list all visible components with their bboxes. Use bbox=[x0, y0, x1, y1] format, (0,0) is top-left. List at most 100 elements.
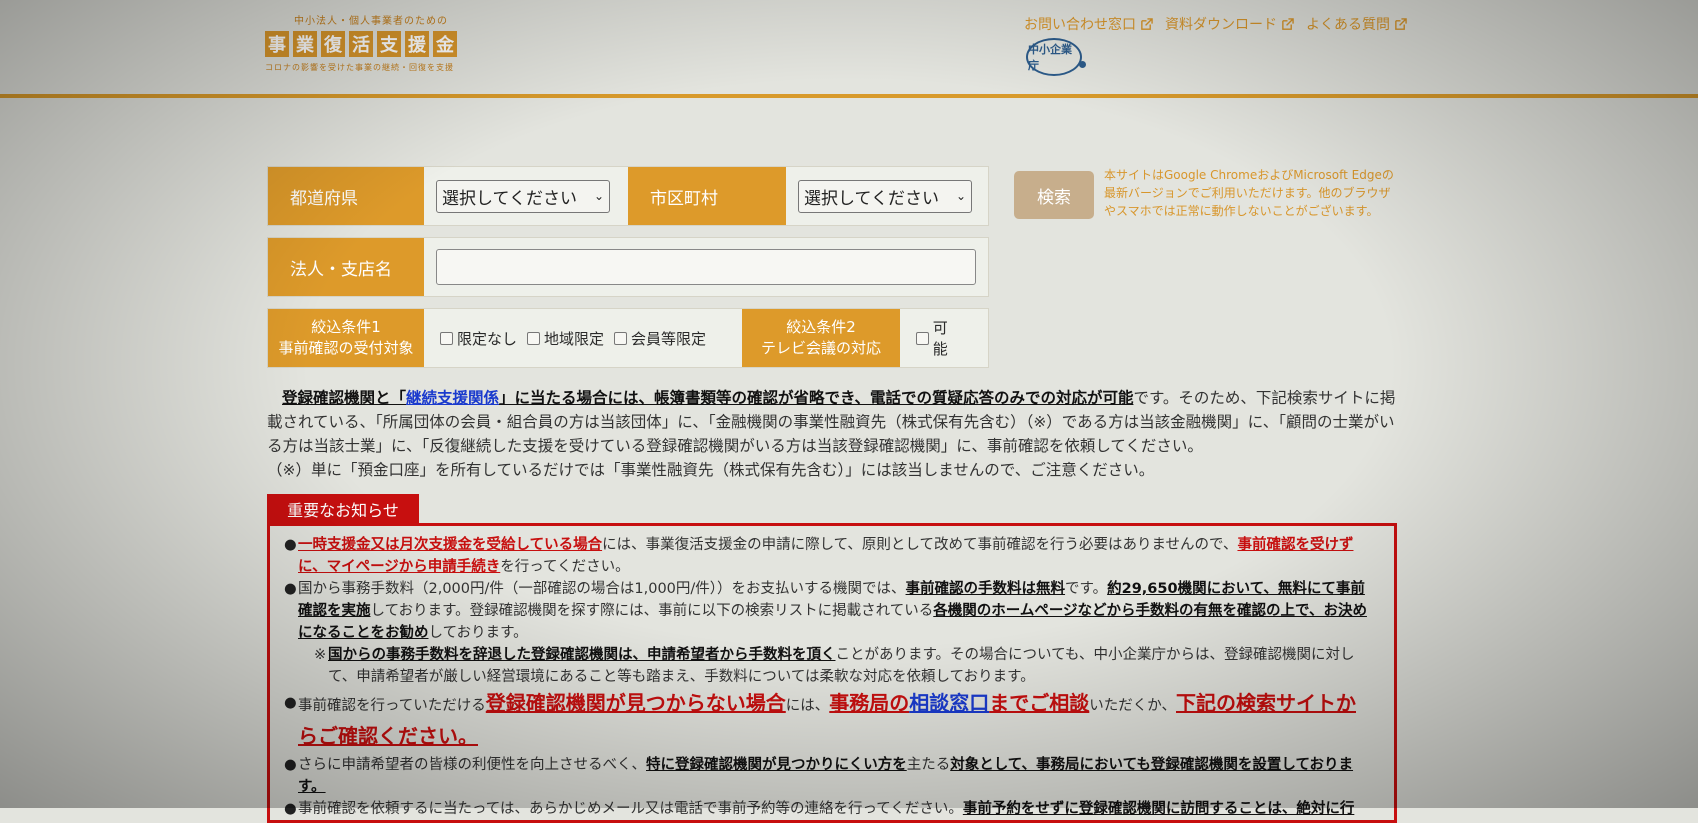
notice-text: 事前確認を依頼するに当たっては、あらかじめメール又は電話で事前予約等の連絡を行っ… bbox=[298, 801, 963, 817]
notice-emphasis: 事前予約をせずに登録確認機関に訪問することは、絶対に行 bbox=[962, 801, 1355, 817]
notice-text: さらに申請希望者の皆様の利便性を向上させるべく、 bbox=[298, 757, 646, 773]
bullet-icon: ● bbox=[284, 537, 297, 553]
name-row: 法人・支店名 bbox=[267, 237, 989, 297]
search-form: 都道府県 選択してください ⌄ 市区町村 選択してください ⌄ 法人・支店名 絞… bbox=[267, 166, 989, 379]
bullet-icon: ● bbox=[284, 757, 297, 773]
notice-item-text: 一時支援金又は月次支援金を受給している場合には、事業復活支援金の申請に際して、原… bbox=[298, 534, 1374, 578]
filter-region-label: 地域限定 bbox=[544, 329, 605, 348]
filter-video-label: 可能 bbox=[932, 319, 948, 358]
notice-item: ● 国から事務手数料（2,000円/件（一部確認の場合は1,000円/件））をお… bbox=[284, 578, 1374, 644]
consultation-desk-link[interactable]: 相談窓口 bbox=[909, 691, 989, 715]
notice-big-emphasis: までご相談 bbox=[989, 691, 1090, 715]
intro-text: 登録確認機関と「継続支援関係」に当たる場合には、帳簿書類等の確認が省略でき、電話… bbox=[267, 386, 1397, 482]
notice-text: には、事業復活支援金の申請に際して、原則として改めて事前確認を行う必要はありませ… bbox=[602, 537, 1238, 553]
company-name-cell bbox=[424, 238, 988, 296]
logo-tagline: 中小法人・個人事業者のための bbox=[294, 16, 448, 27]
agency-logo[interactable]: 中小企業庁 bbox=[1026, 38, 1090, 76]
notice-text: いただくか、 bbox=[1089, 698, 1176, 714]
logo-char: 業 bbox=[293, 31, 317, 57]
intro-note: （※）単に「預金口座」を所有しているだけでは「事業性融資先（株式保有先含む）」に… bbox=[267, 461, 1155, 479]
filter-row: 絞込条件1 事前確認の受付対象 限定なし 地域限定 会員等限定 絞込条件2 テレ… bbox=[267, 308, 989, 368]
checkbox-icon bbox=[916, 331, 929, 345]
nav-contact-label: お問い合わせ窓口 bbox=[1024, 17, 1136, 33]
external-link-icon bbox=[1282, 17, 1294, 30]
logo-char: 援 bbox=[405, 31, 429, 57]
chevron-down-icon: ⌄ bbox=[593, 189, 604, 203]
prefecture-label: 都道府県 bbox=[268, 167, 424, 225]
notice-text: 事前確認を行っていただける bbox=[298, 698, 486, 714]
bullet-icon: ● bbox=[284, 581, 297, 597]
nav-faq-label: よくある質問 bbox=[1306, 17, 1390, 33]
logo-char: 活 bbox=[349, 31, 373, 57]
city-cell: 選択してください ⌄ bbox=[786, 167, 988, 225]
checkbox-icon bbox=[614, 331, 628, 345]
search-button[interactable]: 検索 bbox=[1014, 171, 1094, 219]
notice-text: 主たる bbox=[906, 757, 951, 773]
filter-member-label: 会員等限定 bbox=[631, 329, 707, 348]
filter-no-limit-label: 限定なし bbox=[457, 329, 518, 348]
notice-subnote: ※ 国からの事務手数料を辞退した登録確認機関は、申請希望者から手数料を頂くことが… bbox=[284, 644, 1374, 688]
important-notice-box: ● 一時支援金又は月次支援金を受給している場合には、事業復活支援金の申請に際して… bbox=[267, 523, 1397, 823]
logo-subtitle: コロナの影響を受けた事業の継続・回復を支援 bbox=[265, 63, 454, 72]
important-notice-tab: 重要なお知らせ bbox=[267, 494, 419, 524]
filter-region-checkbox[interactable]: 地域限定 bbox=[527, 328, 604, 349]
notice-item-text: 事前確認を行っていただける登録確認機関が見つからない場合には、事務局の相談窓口ま… bbox=[298, 688, 1374, 754]
filter2-options: 可能 bbox=[900, 309, 988, 367]
filter-video-checkbox[interactable]: 可能 bbox=[916, 317, 962, 359]
logo-char: 事 bbox=[265, 31, 289, 57]
note-mark: ※ bbox=[314, 647, 327, 663]
nav-contact-link[interactable]: お問い合わせ窓口 bbox=[1024, 14, 1153, 34]
intro-emphasis-end: 」に当たる場合には、帳簿書類等の確認が省略でき、電話での質疑応答のみでの対応が可… bbox=[499, 389, 1134, 407]
logo-char: 支 bbox=[377, 31, 401, 57]
notice-item: ● 事前確認を依頼するに当たっては、あらかじめメール又は電話で事前予約等の連絡を… bbox=[284, 798, 1374, 820]
continuing-support-link[interactable]: 継続支援関係 bbox=[406, 389, 499, 407]
notice-item: ● さらに申請希望者の皆様の利便性を向上させるべく、特に登録確認機関が見つかりに… bbox=[284, 754, 1374, 798]
site-logo[interactable]: 中小法人・個人事業者のための 事 業 復 活 支 援 金 コロナの影響を受けた事… bbox=[265, 12, 477, 73]
filter-no-limit-checkbox[interactable]: 限定なし bbox=[440, 328, 517, 349]
notice-item-text: 国から事務手数料（2,000円/件（一部確認の場合は1,000円/件））をお支払… bbox=[298, 578, 1374, 644]
location-row: 都道府県 選択してください ⌄ 市区町村 選択してください ⌄ bbox=[267, 166, 989, 226]
notice-item-text: 事前確認を依頼するに当たっては、あらかじめメール又は電話で事前予約等の連絡を行っ… bbox=[298, 798, 1354, 820]
city-select-value: 選択してください bbox=[804, 188, 939, 209]
notice-item-text: さらに申請希望者の皆様の利便性を向上させるべく、特に登録確認機関が見つかりにくい… bbox=[298, 754, 1374, 798]
nav-faq-link[interactable]: よくある質問 bbox=[1306, 14, 1407, 34]
external-link-icon bbox=[1395, 17, 1407, 30]
city-label: 市区町村 bbox=[628, 167, 786, 225]
external-link-icon bbox=[1141, 17, 1153, 30]
notice-emphasis: 国からの事務手数料を辞退した登録確認機関は、申請希望者から手数料を頂く bbox=[328, 647, 836, 663]
agency-logo-text: 中小企業庁 bbox=[1026, 38, 1082, 76]
agency-logo-dot bbox=[1079, 61, 1086, 68]
bullet-icon: ● bbox=[284, 801, 297, 817]
notice-emphasis: 特に登録確認機関が見つかりにくい方を bbox=[646, 757, 907, 773]
bullet-icon: ● bbox=[284, 695, 297, 711]
prefecture-select[interactable]: 選択してください ⌄ bbox=[436, 179, 610, 213]
notice-big-emphasis: 事務局の bbox=[829, 691, 910, 715]
top-nav: お問い合わせ窓口 資料ダウンロード よくある質問 bbox=[1024, 14, 1407, 34]
filter1-label: 絞込条件1 事前確認の受付対象 bbox=[268, 309, 424, 367]
logo-char: 復 bbox=[321, 31, 345, 57]
subsidy-recipient-link[interactable]: 一時支援金又は月次支援金を受給している場合 bbox=[298, 537, 602, 553]
notice-subnote-text: 国からの事務手数料を辞退した登録確認機関は、申請希望者から手数料を頂くことがあり… bbox=[328, 644, 1374, 688]
filter-member-checkbox[interactable]: 会員等限定 bbox=[614, 328, 706, 349]
notice-item: ● 事前確認を行っていただける登録確認機関が見つからない場合には、事務局の相談窓… bbox=[284, 688, 1374, 754]
intro-emphasis-start: 登録確認機関と「 bbox=[282, 389, 407, 407]
nav-download-link[interactable]: 資料ダウンロード bbox=[1165, 14, 1294, 34]
notice-big-emphasis: 登録確認機関が見つからない場合 bbox=[485, 691, 786, 715]
notice-text: です。 bbox=[1065, 581, 1108, 597]
checkbox-icon bbox=[527, 331, 541, 345]
prefecture-select-value: 選択してください bbox=[442, 188, 577, 209]
nav-download-label: 資料ダウンロード bbox=[1165, 17, 1277, 33]
notice-emphasis: 事前確認の手数料は無料 bbox=[905, 581, 1066, 597]
chevron-down-icon: ⌄ bbox=[955, 189, 966, 203]
notice-text: を行ってください。 bbox=[500, 559, 630, 575]
city-select[interactable]: 選択してください ⌄ bbox=[798, 179, 972, 213]
site-header: 中小法人・個人事業者のための 事 業 復 活 支 援 金 コロナの影響を受けた事… bbox=[0, 0, 1698, 98]
browser-note: 本サイトはGoogle ChromeおよびMicrosoft Edgeの最新バー… bbox=[1104, 168, 1394, 218]
filter1-options: 限定なし 地域限定 会員等限定 bbox=[424, 309, 742, 367]
company-name-label: 法人・支店名 bbox=[268, 238, 424, 296]
logo-char: 金 bbox=[433, 31, 457, 57]
notice-item: ● 一時支援金又は月次支援金を受給している場合には、事業復活支援金の申請に際して… bbox=[284, 534, 1374, 578]
notice-text: 国から事務手数料（2,000円/件（一部確認の場合は1,000円/件））をお支払… bbox=[298, 581, 906, 597]
intro-paragraph: 登録確認機関と「継続支援関係」に当たる場合には、帳簿書類等の確認が省略でき、電話… bbox=[267, 386, 1397, 458]
company-name-input[interactable] bbox=[436, 249, 976, 285]
